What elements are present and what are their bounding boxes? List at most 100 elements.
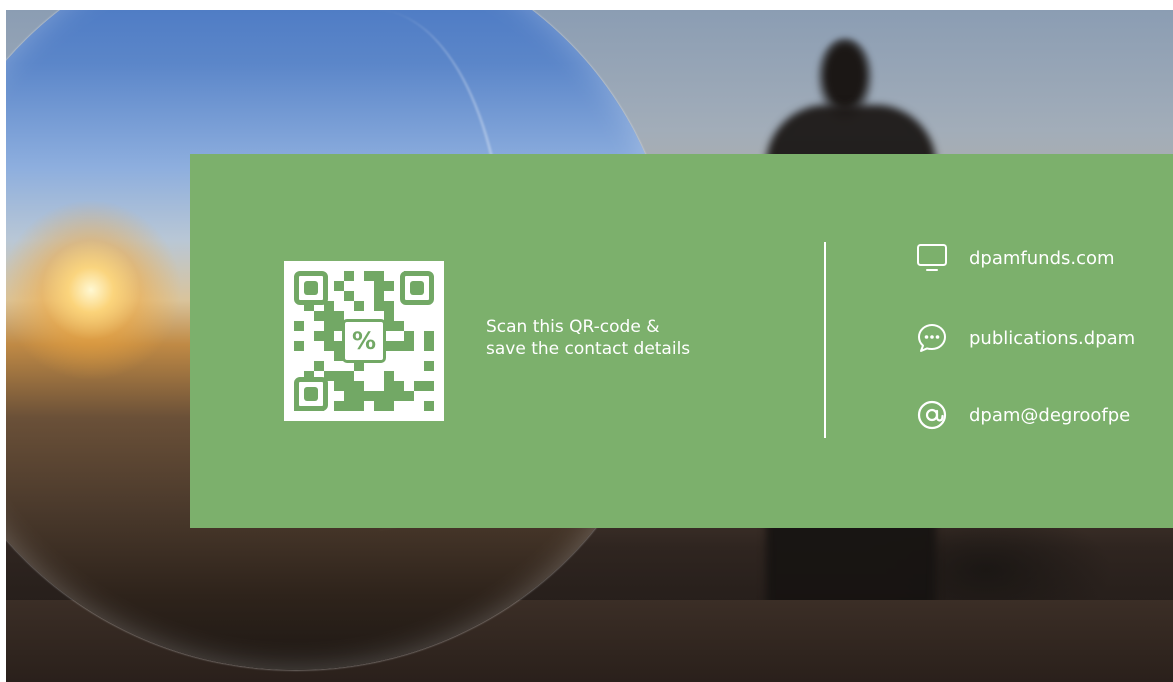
qr-module — [404, 401, 414, 411]
qr-module — [334, 271, 344, 281]
qr-module — [414, 331, 424, 341]
qr-module — [344, 291, 354, 301]
qr-module — [354, 371, 364, 381]
qr-module — [294, 351, 304, 361]
qr-module — [354, 381, 364, 391]
qr-module — [314, 311, 324, 321]
qr-module — [384, 281, 394, 291]
qr-module — [334, 301, 344, 311]
contact-email[interactable]: dpam@degroofpe — [916, 399, 1173, 431]
qr-module — [384, 401, 394, 411]
scan-instructions: Scan this QR-code & save the contact det… — [486, 316, 786, 360]
contact-panel: % Scan this QR-code & save the contact d… — [190, 154, 1173, 528]
qr-module — [394, 361, 404, 371]
qr-module — [384, 311, 394, 321]
qr-module — [354, 401, 364, 411]
scan-instructions-line-1: Scan this QR-code & — [486, 317, 660, 337]
qr-module — [424, 341, 434, 351]
qr-module — [294, 321, 304, 331]
qr-module — [294, 361, 304, 371]
qr-finder-bottom-left — [294, 377, 328, 411]
qr-module — [304, 331, 314, 341]
qr-module — [314, 361, 324, 371]
qr-module — [304, 311, 314, 321]
qr-module — [384, 301, 394, 311]
qr-module — [364, 291, 374, 301]
qr-module — [364, 281, 374, 291]
qr-finder-top-right — [400, 271, 434, 305]
divider — [824, 242, 826, 438]
qr-module — [424, 361, 434, 371]
qr-module — [354, 281, 364, 291]
qr-code[interactable]: % — [284, 261, 444, 421]
qr-module — [364, 271, 374, 281]
qr-module — [364, 381, 374, 391]
qr-module — [404, 311, 414, 321]
qr-module — [384, 371, 394, 381]
qr-module — [354, 301, 364, 311]
qr-module — [374, 291, 384, 301]
qr-module — [414, 361, 424, 371]
qr-module — [404, 371, 414, 381]
qr-module — [344, 381, 354, 391]
qr-module — [424, 321, 434, 331]
qr-module — [394, 371, 404, 381]
qr-module — [344, 271, 354, 281]
qr-module — [324, 311, 334, 321]
qr-module — [404, 351, 414, 361]
qr-module — [324, 351, 334, 361]
qr-module — [294, 331, 304, 341]
qr-module — [414, 321, 424, 331]
qr-module — [344, 281, 354, 291]
scan-instructions-line-2: save the contact details — [486, 339, 691, 359]
contact-publications-label[interactable]: publications.dpam — [969, 328, 1135, 349]
qr-module — [424, 371, 434, 381]
qr-module — [324, 361, 334, 371]
qr-module — [354, 391, 364, 401]
qr-module — [414, 381, 424, 391]
qr-module — [404, 391, 414, 401]
qr-module — [324, 341, 334, 351]
qr-module — [374, 391, 384, 401]
qr-module — [354, 271, 364, 281]
qr-module — [344, 401, 354, 411]
qr-module — [334, 391, 344, 401]
qr-module — [354, 291, 364, 301]
contact-email-label[interactable]: dpam@degroofpe — [969, 405, 1130, 426]
qr-module — [324, 321, 334, 331]
qr-module — [334, 361, 344, 371]
qr-module — [304, 361, 314, 371]
contact-website-label[interactable]: dpamfunds.com — [969, 248, 1115, 269]
qr-module — [384, 271, 394, 281]
qr-module — [424, 331, 434, 341]
qr-finder-top-left — [294, 271, 328, 305]
qr-module — [294, 341, 304, 351]
contact-website[interactable]: dpamfunds.com — [916, 242, 1173, 274]
qr-module — [334, 291, 344, 301]
qr-module — [304, 351, 314, 361]
qr-module — [314, 331, 324, 341]
qr-module — [424, 311, 434, 321]
qr-module — [394, 311, 404, 321]
qr-module — [324, 331, 334, 341]
qr-module — [404, 361, 414, 371]
qr-module — [394, 381, 404, 391]
qr-module — [424, 381, 434, 391]
qr-module — [394, 391, 404, 401]
qr-module — [364, 301, 374, 311]
qr-module — [304, 341, 314, 351]
qr-module — [414, 371, 424, 381]
qr-module — [314, 351, 324, 361]
qr-module — [394, 341, 404, 351]
qr-module — [394, 331, 404, 341]
qr-module — [424, 391, 434, 401]
qr-module — [364, 391, 374, 401]
qr-module — [374, 301, 384, 311]
qr-module — [404, 321, 414, 331]
qr-module — [424, 351, 434, 361]
contact-publications[interactable]: publications.dpam — [916, 322, 1173, 354]
qr-module — [334, 371, 344, 381]
qr-module — [414, 401, 424, 411]
qr-module — [364, 371, 374, 381]
qr-module — [364, 401, 374, 411]
